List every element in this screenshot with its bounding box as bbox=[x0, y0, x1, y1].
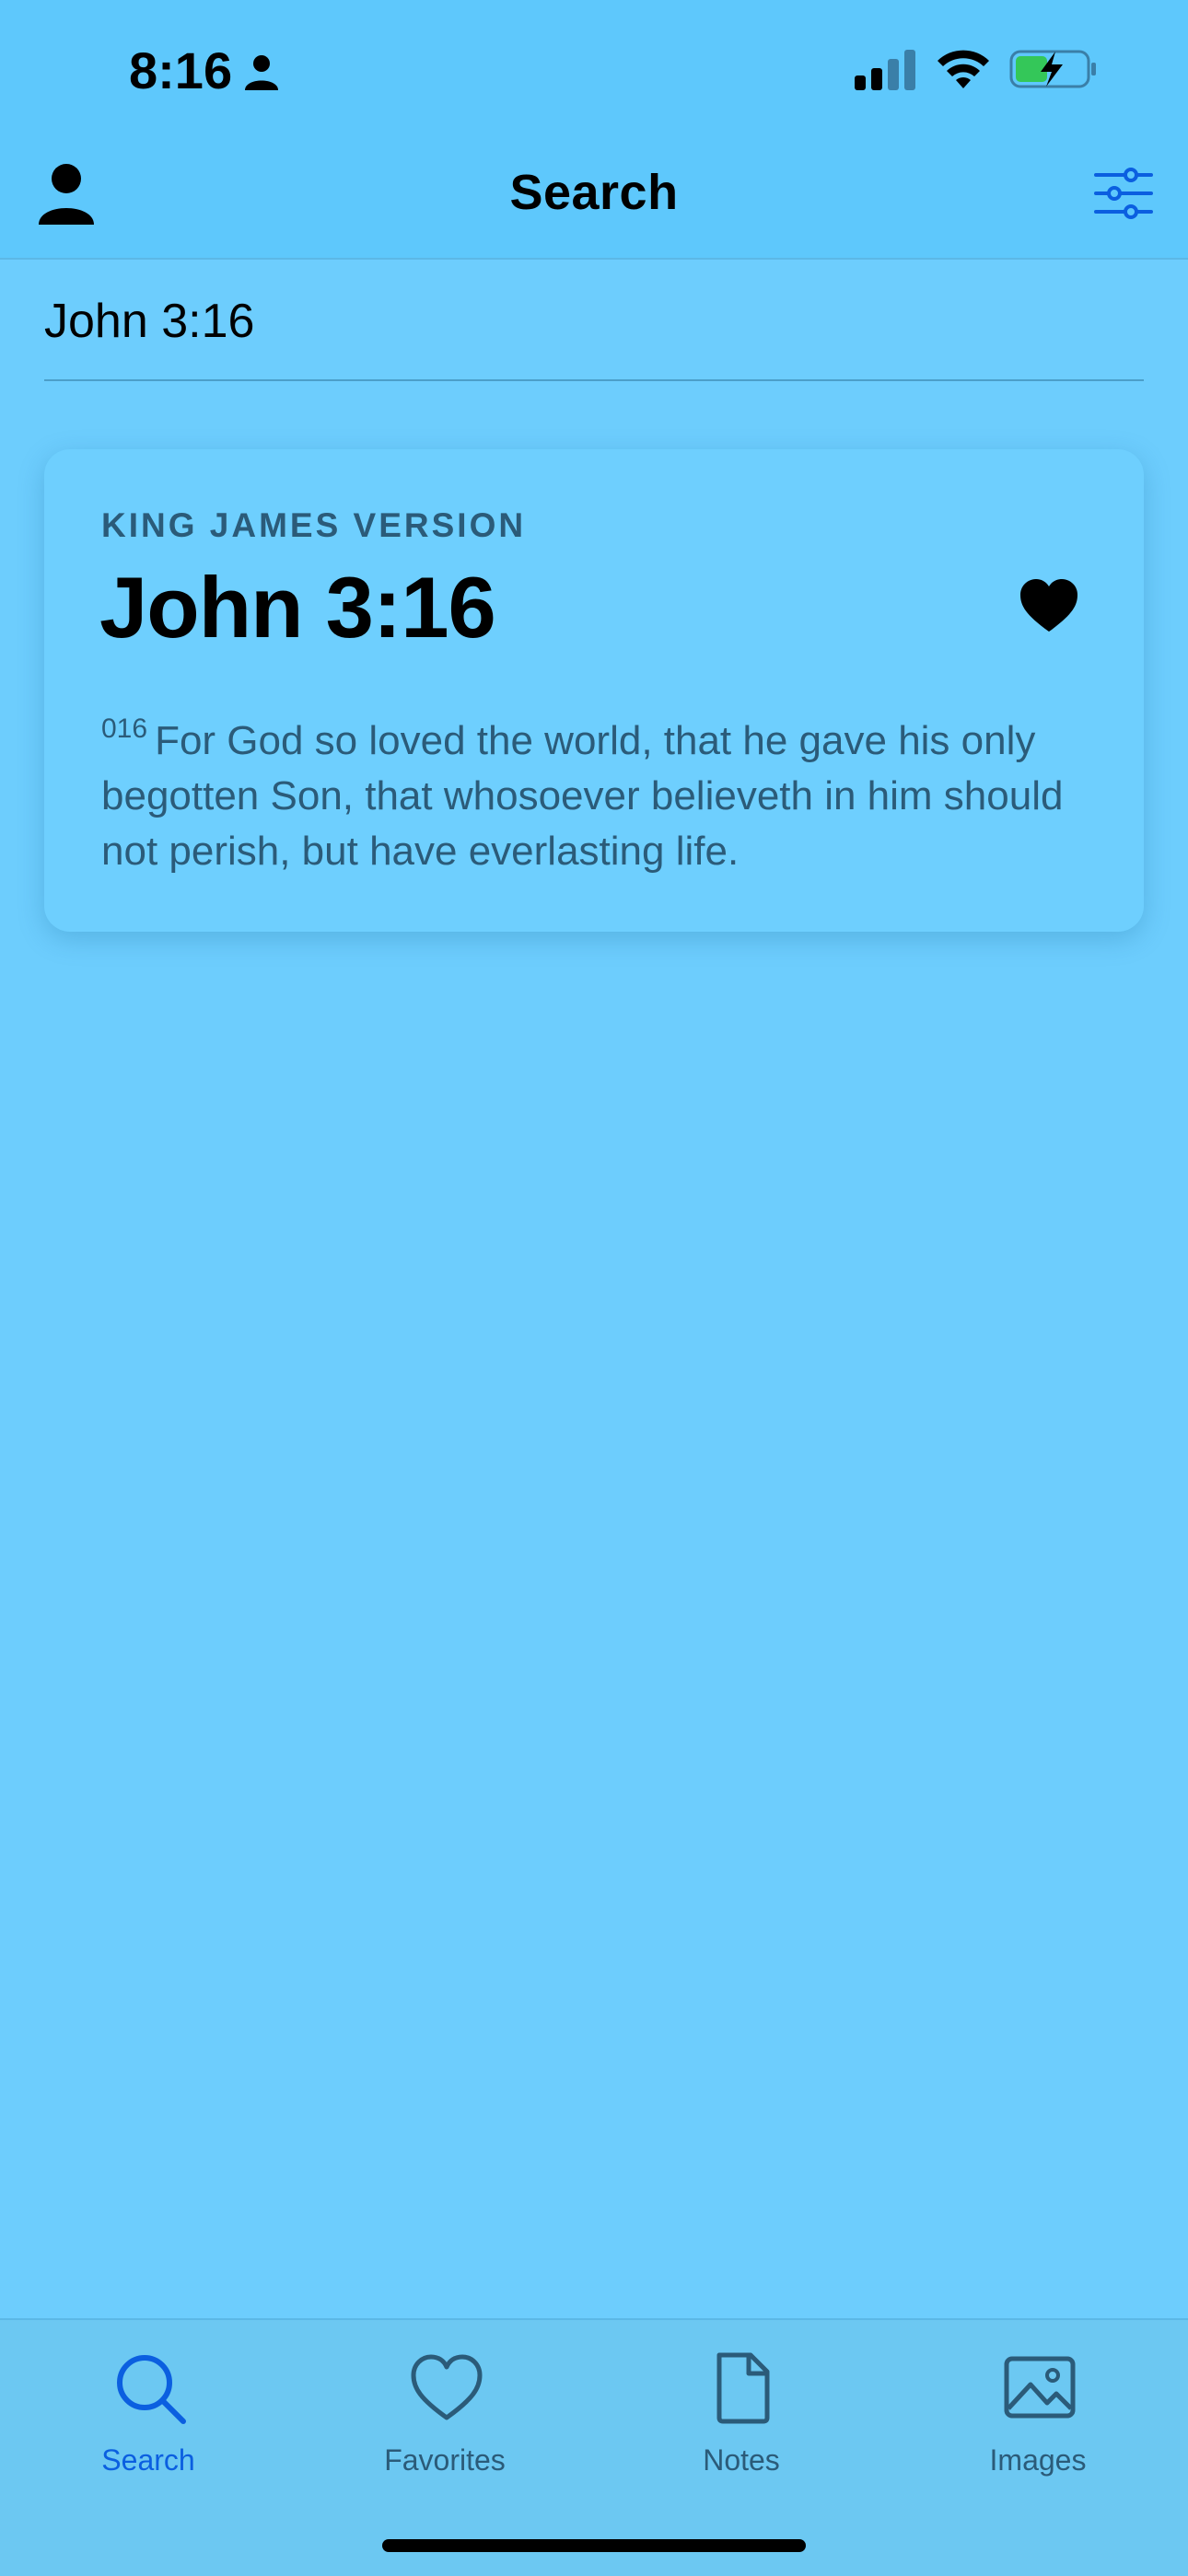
tab-search-label: Search bbox=[101, 2443, 195, 2477]
tab-notes[interactable]: Notes bbox=[593, 2351, 890, 2489]
tab-images-label: Images bbox=[989, 2443, 1087, 2477]
tab-favorites[interactable]: Favorites bbox=[297, 2351, 593, 2489]
bible-version-label: KING JAMES VERSION bbox=[101, 506, 527, 544]
cellular-signal-icon bbox=[855, 50, 915, 90]
search-input[interactable] bbox=[44, 280, 1140, 363]
filter-settings-icon[interactable] bbox=[1094, 168, 1153, 219]
image-icon bbox=[1004, 2356, 1076, 2419]
heart-outline-icon bbox=[411, 2354, 483, 2420]
verse-reference: John 3:16 bbox=[99, 559, 496, 656]
tab-notes-label: Notes bbox=[703, 2443, 780, 2477]
verse-text: 016 For God so loved the world, that he g… bbox=[101, 702, 1096, 879]
wifi-icon bbox=[938, 50, 989, 88]
page-title: Search bbox=[509, 165, 679, 220]
verse-body: For God so loved the world, that he gave… bbox=[101, 718, 1064, 874]
verse-number: 016 bbox=[101, 714, 148, 744]
status-time: 8:16 bbox=[129, 41, 233, 99]
battery-charging-icon bbox=[1009, 50, 1096, 88]
tab-favorites-label: Favorites bbox=[384, 2443, 506, 2477]
verse-result-card[interactable]: KING JAMES VERSION John 3:16 016 For God … bbox=[44, 449, 1144, 932]
tab-images[interactable]: Images bbox=[890, 2351, 1186, 2489]
favorite-heart-icon[interactable] bbox=[1019, 578, 1079, 633]
tab-search[interactable]: Search bbox=[0, 2351, 297, 2489]
person-status-icon bbox=[245, 55, 278, 90]
search-divider bbox=[44, 379, 1144, 381]
document-icon bbox=[716, 2352, 770, 2424]
home-indicator[interactable] bbox=[382, 2539, 806, 2552]
search-icon bbox=[117, 2355, 186, 2424]
